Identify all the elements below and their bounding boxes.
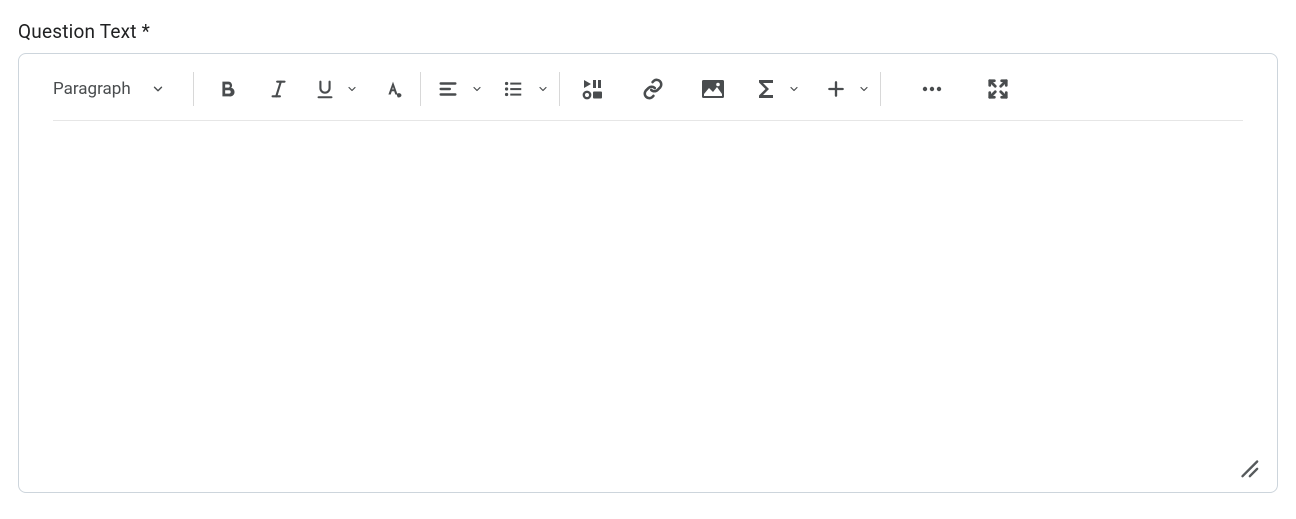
text-format-group (210, 72, 410, 106)
chevron-down-icon (788, 83, 800, 95)
equation-dropdown[interactable] (756, 72, 800, 106)
paragraph-format-label: Paragraph (53, 79, 131, 99)
alignment-list-group (437, 72, 549, 106)
chevron-down-icon (537, 83, 549, 95)
resize-handle[interactable] (1237, 456, 1259, 478)
link-icon (641, 78, 665, 100)
editor-toolbar: Paragraph (19, 54, 1277, 135)
toolbar-divider (559, 72, 560, 106)
list-dropdown[interactable] (501, 72, 549, 106)
toolbar-divider (880, 72, 881, 106)
alignment-dropdown[interactable] (437, 72, 483, 106)
more-actions-button[interactable] (915, 72, 949, 106)
italic-icon (268, 78, 290, 100)
insert-media-button[interactable] (576, 72, 610, 106)
insert-image-button[interactable] (696, 72, 730, 106)
fullscreen-icon (986, 78, 1010, 100)
fullscreen-button[interactable] (981, 72, 1015, 106)
chevron-down-icon (346, 83, 358, 95)
insert-link-button[interactable] (636, 72, 670, 106)
insert-group (576, 72, 870, 106)
toolbar-divider (193, 72, 194, 106)
insert-stuff-icon (581, 78, 605, 100)
field-label: Question Text * (18, 20, 1278, 43)
toolbar-right-group (915, 72, 1015, 106)
insert-more-dropdown[interactable] (826, 72, 870, 106)
align-left-icon (437, 78, 459, 100)
image-icon (701, 79, 725, 99)
editor-content-area[interactable] (53, 132, 1243, 452)
paragraph-format-dropdown[interactable]: Paragraph (53, 79, 183, 99)
underline-dropdown[interactable] (314, 72, 358, 106)
plus-icon (826, 79, 846, 99)
ellipsis-icon (920, 79, 944, 99)
italic-button[interactable] (262, 72, 296, 106)
toolbar-divider (420, 72, 421, 106)
chevron-down-icon (151, 82, 165, 96)
bold-button[interactable] (210, 72, 244, 106)
chevron-down-icon (471, 83, 483, 95)
rich-text-editor: Paragraph (18, 53, 1278, 493)
bold-icon (216, 78, 238, 100)
underline-icon (314, 78, 336, 100)
chevron-down-icon (858, 83, 870, 95)
resize-icon (1237, 456, 1259, 478)
sigma-icon (756, 78, 776, 100)
font-color-icon (380, 78, 406, 100)
toolbar-inner: Paragraph (53, 72, 1243, 121)
bullet-list-icon (501, 78, 525, 100)
font-color-button[interactable] (376, 72, 410, 106)
